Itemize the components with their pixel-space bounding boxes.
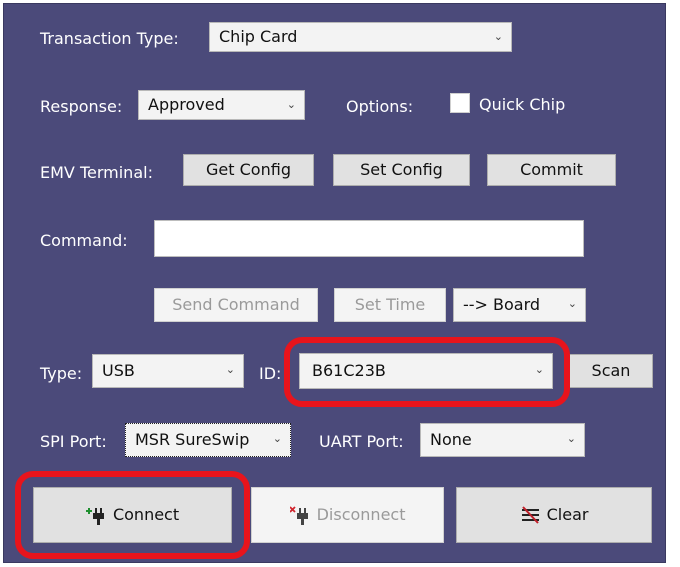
chevron-down-icon: ⌄ <box>567 297 577 310</box>
response-label: Response: <box>40 97 123 116</box>
plug-plus-icon <box>85 507 104 525</box>
chevron-down-icon: ⌄ <box>493 30 503 43</box>
uart-port-value: None <box>430 430 472 449</box>
disconnect-button[interactable]: Disconnect <box>251 487 444 543</box>
type-value: USB <box>102 361 135 380</box>
type-label: Type: <box>40 364 83 383</box>
clear-label: Clear <box>546 505 589 524</box>
spi-port-label: SPI Port: <box>40 432 107 451</box>
target-select[interactable]: --> Board ⌄ <box>453 288 586 322</box>
quick-chip-checkbox[interactable] <box>450 93 470 113</box>
id-label: ID: <box>259 364 282 383</box>
disconnect-label: Disconnect <box>316 505 406 524</box>
plug-remove-icon <box>289 505 308 525</box>
scan-button[interactable]: Scan <box>569 354 653 388</box>
transaction-type-select[interactable]: Chip Card ⌄ <box>209 22 512 52</box>
send-command-button[interactable]: Send Command <box>154 288 318 322</box>
chevron-down-icon: ⌄ <box>566 432 576 445</box>
connect-button[interactable]: Connect <box>33 487 232 543</box>
set-config-button[interactable]: Set Config <box>333 154 470 186</box>
transaction-type-label: Transaction Type: <box>40 29 179 48</box>
clear-list-icon <box>521 505 539 524</box>
quick-chip-label: Quick Chip <box>479 95 566 114</box>
spi-port-value: MSR SureSwip <box>135 430 250 449</box>
connect-label: Connect <box>112 505 180 524</box>
target-value: --> Board <box>463 295 541 314</box>
uart-port-select[interactable]: None ⌄ <box>420 423 585 457</box>
id-value: B61C23B <box>312 361 386 380</box>
chevron-down-icon: ⌄ <box>534 363 544 376</box>
set-time-button[interactable]: Set Time <box>334 288 446 322</box>
command-label: Command: <box>40 231 128 250</box>
id-select[interactable]: B61C23B ⌄ <box>299 353 553 389</box>
clear-button[interactable]: Clear <box>456 487 652 543</box>
main-panel: Transaction Type: Chip Card ⌄ Response: … <box>3 3 666 563</box>
uart-port-label: UART Port: <box>319 432 404 451</box>
type-select[interactable]: USB ⌄ <box>92 354 244 388</box>
response-value: Approved <box>148 95 225 114</box>
options-label: Options: <box>346 97 414 116</box>
transaction-type-value: Chip Card <box>219 27 298 46</box>
chevron-down-icon: ⌄ <box>225 363 235 376</box>
spi-port-select[interactable]: MSR SureSwip ⌄ <box>125 423 291 457</box>
get-config-button[interactable]: Get Config <box>183 154 314 186</box>
chevron-down-icon: ⌄ <box>286 98 296 111</box>
commit-button[interactable]: Commit <box>487 154 616 186</box>
response-select[interactable]: Approved ⌄ <box>138 90 305 120</box>
emv-terminal-label: EMV Terminal: <box>40 163 153 182</box>
chevron-down-icon: ⌄ <box>270 424 282 454</box>
command-input[interactable] <box>154 220 584 257</box>
